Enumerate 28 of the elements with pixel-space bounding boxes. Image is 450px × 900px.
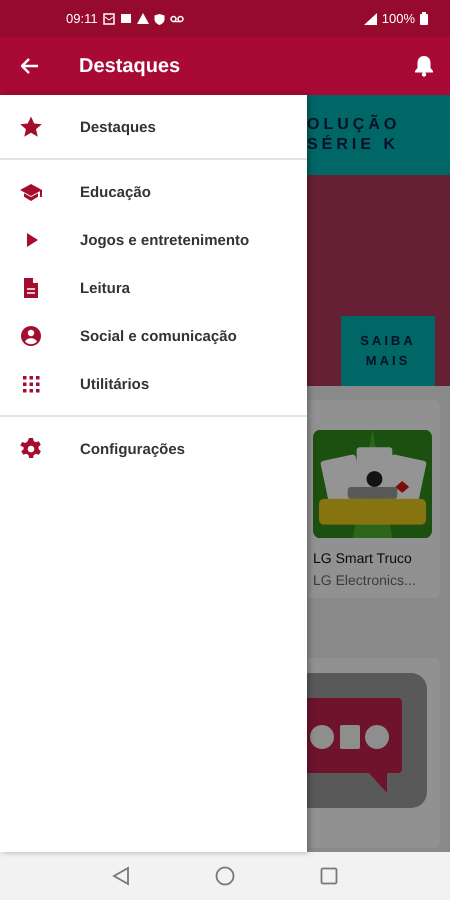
bell-icon[interactable] [414, 55, 434, 77]
drawer-item[interactable]: Jogos e entretenimento [0, 216, 307, 264]
app-bar-title: Destaques [79, 54, 180, 78]
drawer-item[interactable]: Leitura [0, 264, 307, 312]
back-icon[interactable] [112, 866, 130, 886]
banner-title: SÉRIE K [307, 136, 400, 154]
home-icon[interactable] [214, 866, 235, 886]
app-card[interactable] [307, 658, 440, 848]
signal-icon [364, 12, 377, 24]
app-developer: LG Electronics... [313, 572, 417, 588]
account-icon [19, 324, 43, 348]
shield-icon [154, 12, 165, 24]
drawer-item[interactable]: Destaques [0, 103, 307, 151]
warning-icon [136, 12, 149, 24]
app-name: LG Smart Truco [313, 550, 413, 566]
status-time: 09:11 [66, 11, 98, 26]
drawer-item[interactable]: Utilitários [0, 360, 307, 408]
recents-icon[interactable] [320, 867, 338, 885]
star-icon [19, 115, 43, 139]
battery-icon [420, 12, 428, 25]
battery-level: 100% [382, 11, 415, 26]
app-card[interactable]: LG Smart Truco LG Electronics... [307, 400, 440, 598]
drawer-item[interactable]: Educação [0, 168, 307, 216]
back-arrow-icon[interactable] [21, 58, 39, 74]
drawer-item[interactable]: Configurações [0, 425, 307, 473]
banner-title: OLUÇÃO [307, 116, 402, 134]
settings-icon [19, 437, 43, 461]
drawer-item[interactable]: Social e comunicação [0, 312, 307, 360]
